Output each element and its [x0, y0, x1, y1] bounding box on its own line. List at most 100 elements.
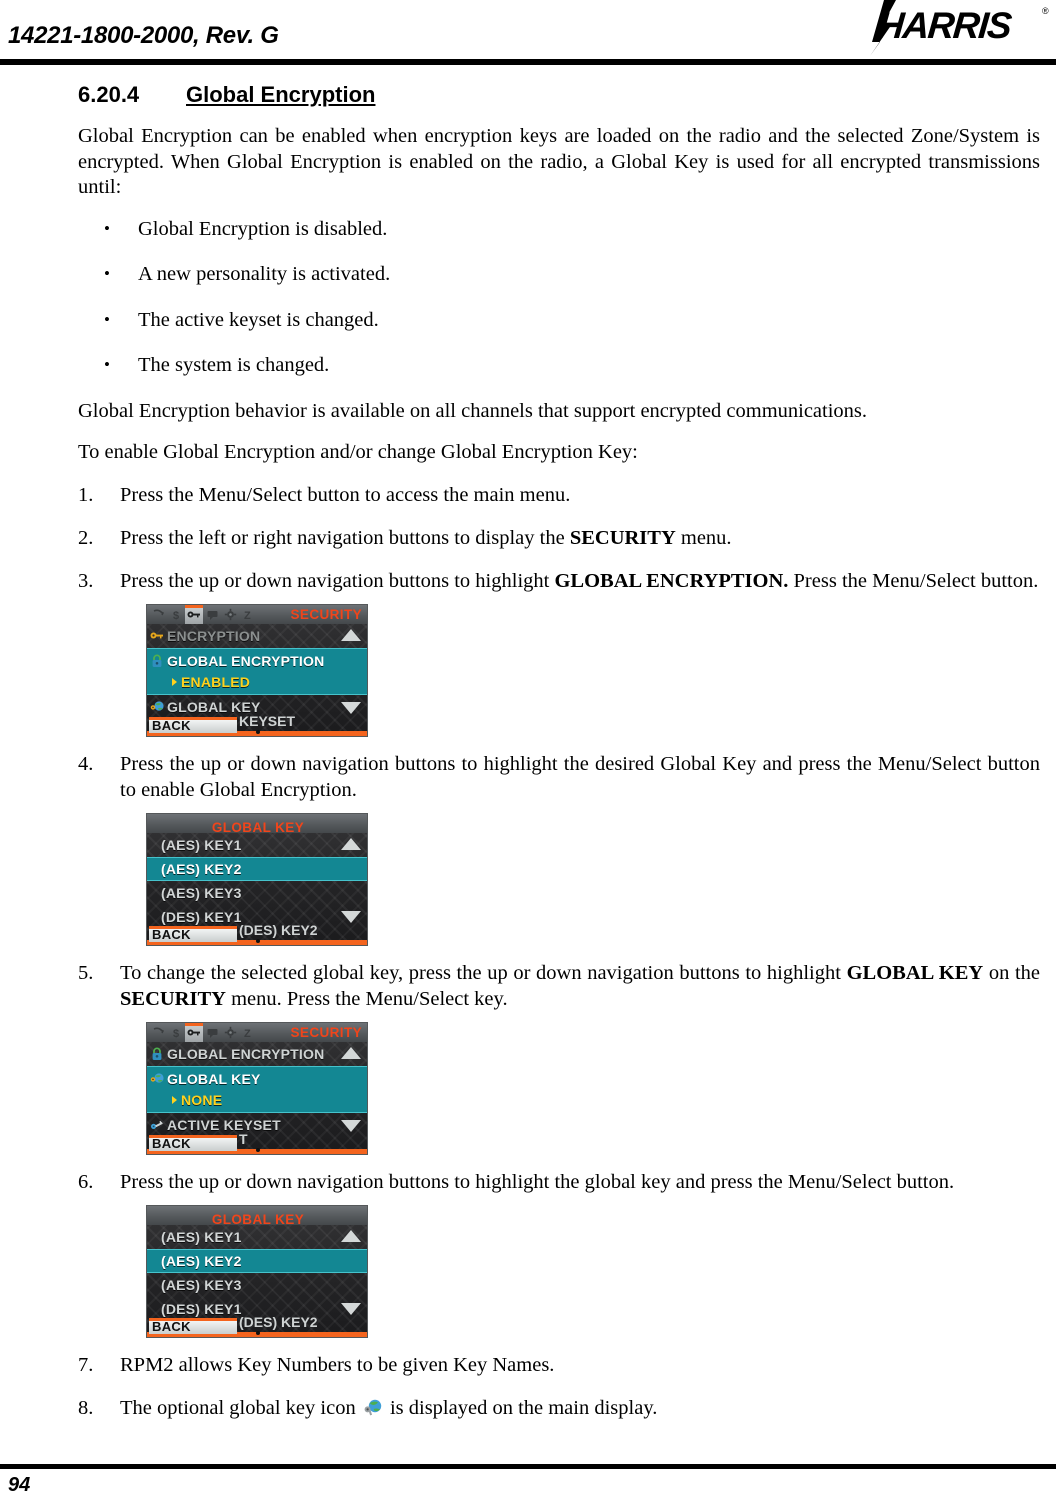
- header-rule: [0, 59, 1056, 65]
- step-2-text-a: Press the left or right navigation butto…: [120, 526, 570, 549]
- scroll-down-arrow-icon[interactable]: [341, 1119, 361, 1132]
- dollar-icon[interactable]: $: [167, 605, 185, 624]
- caret-right-icon: [172, 1096, 177, 1104]
- radio-display-security-global-key: $ Z SECURITY GLOBAL ENCRYPTION GLOBAL KE…: [146, 1021, 368, 1155]
- scroll-up-arrow-icon[interactable]: [341, 1229, 361, 1242]
- gear-icon[interactable]: [221, 605, 239, 624]
- procedure-steps: Press the Menu/Select button to access t…: [78, 482, 1040, 1421]
- list-item-label: (AES) KEY1: [161, 836, 242, 853]
- section-title: Global Encryption: [186, 82, 376, 107]
- screenshot-global-key-list-wrap: GLOBAL KEY (AES) KEY1 (AES) KEY2 (AES) K…: [146, 812, 1040, 946]
- gear-icon[interactable]: [221, 1023, 239, 1042]
- global-encryption-ref: GLOBAL ENCRYPTION.: [554, 569, 789, 592]
- list-item[interactable]: (AES) KEY3: [147, 881, 367, 905]
- security-menu-ref: SECURITY: [120, 987, 226, 1010]
- screenshot-security-global-key-wrap: $ Z SECURITY GLOBAL ENCRYPTION GLOBAL KE…: [146, 1021, 1040, 1155]
- security-menu-ref: SECURITY: [569, 526, 676, 549]
- scroll-up-arrow-icon[interactable]: [341, 1046, 361, 1059]
- step-3-text-c: Press the Menu/Select button.: [788, 569, 1039, 592]
- list-item[interactable]: (AES) KEY1: [147, 833, 367, 857]
- keyset-icon: [147, 1118, 167, 1132]
- key-icon: [147, 629, 167, 642]
- global-key-ref: GLOBAL KEY: [846, 961, 984, 984]
- back-soft-key[interactable]: BACK: [149, 716, 237, 733]
- menu-row-group: (AES) KEY1 (AES) KEY2 (AES) KEY3 (DES) K…: [147, 833, 367, 928]
- back-soft-key[interactable]: BACK: [149, 925, 237, 942]
- step-2-text-c: menu.: [675, 526, 732, 549]
- svg-text:$: $: [173, 610, 179, 621]
- call-icon[interactable]: [149, 605, 167, 624]
- step-7: RPM2 allows Key Numbers to be given Key …: [78, 1352, 1040, 1378]
- lock-icon: [147, 1047, 167, 1061]
- dollar-icon[interactable]: $: [167, 1023, 185, 1042]
- svg-text:Z: Z: [244, 610, 251, 621]
- step-6-text: Press the up or down navigation buttons …: [120, 1170, 955, 1193]
- step-2: Press the left or right navigation butto…: [78, 525, 1040, 551]
- menu-row-label: GLOBAL ENCRYPTION: [167, 1045, 325, 1062]
- page-content: 6.20.4 Global Encryption Global Encrypti…: [78, 82, 1040, 1438]
- tab-icon-group: $ Z: [147, 1022, 257, 1042]
- footer-rule: [0, 1464, 1056, 1469]
- sleep-icon[interactable]: Z: [239, 1023, 257, 1042]
- menu-title: SECURITY: [290, 606, 362, 622]
- step-5-text-a: To change the selected global key, press…: [120, 961, 847, 984]
- menu-title-bar: GLOBAL KEY: [147, 813, 367, 835]
- document-number: 14221-1800-2000, Rev. G: [8, 22, 279, 49]
- menu-row-value-row: ENABLED: [147, 672, 367, 692]
- list-item-label: (AES) KEY3: [161, 884, 242, 901]
- menu-row-group: GLOBAL ENCRYPTION GLOBAL KEY NONE ACTIVE…: [147, 1042, 367, 1137]
- message-icon[interactable]: [203, 605, 221, 624]
- list-item[interactable]: (AES) KEY3: [147, 1273, 367, 1297]
- intro-paragraph: Global Encryption can be enabled when en…: [78, 125, 1040, 198]
- page-number: 94: [8, 1474, 31, 1496]
- menu-row-global-key[interactable]: GLOBAL KEY NONE: [147, 1065, 367, 1113]
- list-item-label: (AES) KEY2: [161, 1252, 242, 1269]
- scroll-up-arrow-icon[interactable]: [341, 628, 361, 641]
- scroll-up-arrow-icon[interactable]: [341, 837, 361, 850]
- list-item[interactable]: (AES) KEY2: [147, 1248, 367, 1273]
- list-item-label: (AES) KEY3: [161, 1276, 242, 1293]
- page-title: 6.20.4 Global Encryption: [78, 82, 1040, 108]
- back-soft-key[interactable]: BACK: [149, 1317, 237, 1334]
- step-5: To change the selected global key, press…: [78, 960, 1040, 1155]
- menu-row-global-encryption[interactable]: GLOBAL ENCRYPTION ENABLED: [147, 647, 367, 695]
- list-item: Global Encryption is disabled.: [78, 216, 1040, 243]
- globe-key-icon: [363, 1398, 383, 1418]
- scroll-down-arrow-icon[interactable]: [341, 1302, 361, 1315]
- conditions-list: Global Encryption is disabled. A new per…: [78, 216, 1040, 379]
- back-soft-key[interactable]: BACK: [149, 1134, 237, 1151]
- list-item: A new personality is activated.: [78, 261, 1040, 288]
- scroll-down-arrow-icon[interactable]: [341, 701, 361, 714]
- step-8-text-a: The optional global key icon: [120, 1396, 361, 1419]
- soft-key-bar: KEYSET BACK: [147, 713, 367, 736]
- sleep-icon[interactable]: Z: [239, 605, 257, 624]
- menu-row-encryption[interactable]: ENCRYPTION: [147, 624, 367, 648]
- page-header: 14221-1800-2000, Rev. G HARRIS ®: [0, 0, 1056, 65]
- radio-display-global-key-list-2: GLOBAL KEY (AES) KEY1 (AES) KEY2 (AES) K…: [146, 1204, 368, 1338]
- menu-row-group: (AES) KEY1 (AES) KEY2 (AES) KEY3 (DES) K…: [147, 1225, 367, 1320]
- scroll-down-arrow-icon[interactable]: [341, 910, 361, 923]
- menu-row-global-encryption[interactable]: GLOBAL ENCRYPTION: [147, 1042, 367, 1066]
- caret-right-icon: [172, 678, 177, 686]
- key-icon[interactable]: [185, 1022, 203, 1042]
- step-3-text-a: Press the up or down navigation buttons …: [120, 569, 555, 592]
- step-1-text: Press the Menu/Select button to access t…: [120, 483, 571, 506]
- step-4-text: Press the up or down navigation buttons …: [120, 752, 1040, 801]
- lock-icon: [147, 654, 167, 668]
- soft-key-bar: (DES) KEY2 BACK: [147, 1314, 367, 1337]
- key-icon[interactable]: [185, 604, 203, 624]
- svg-text:$: $: [173, 1028, 179, 1039]
- step-6: Press the up or down navigation buttons …: [78, 1169, 1040, 1338]
- list-item-label: (AES) KEY2: [161, 860, 242, 877]
- harris-logo: HARRIS ®: [870, 0, 1050, 56]
- radio-display-security-encryption: $ Z SECURITY ENCRYPTION GLOBAL ENCRYPTIO…: [146, 603, 368, 737]
- list-item[interactable]: (AES) KEY1: [147, 1225, 367, 1249]
- step-5-text-c: on the: [983, 961, 1041, 984]
- message-icon[interactable]: [203, 1023, 221, 1042]
- globe-key-icon: [147, 700, 167, 714]
- menu-row-group: ENCRYPTION GLOBAL ENCRYPTION ENABLED GLO…: [147, 624, 367, 719]
- call-icon[interactable]: [149, 1023, 167, 1042]
- list-item[interactable]: (AES) KEY2: [147, 856, 367, 881]
- step-5-text-e: menu. Press the Menu/Select key.: [225, 987, 508, 1010]
- list-item-label: (AES) KEY1: [161, 1228, 242, 1245]
